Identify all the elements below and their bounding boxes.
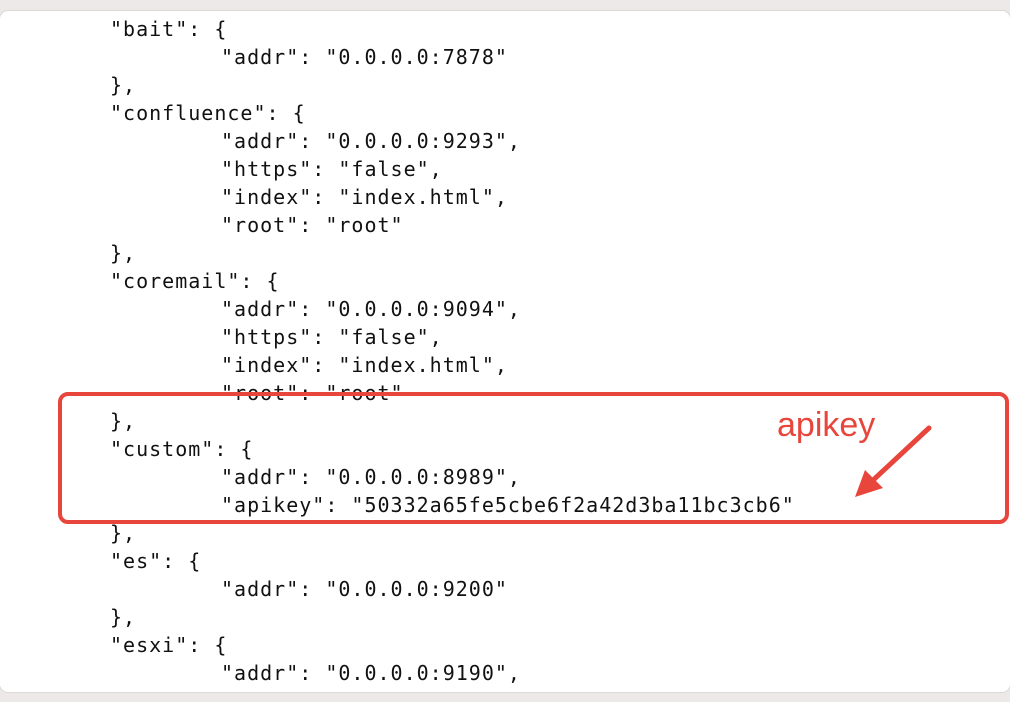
- code-line-esxi: "esxi": {: [110, 633, 228, 657]
- code-line-es: "es": {: [110, 549, 202, 573]
- code-line-coremail-index: "index": "index.html",: [221, 353, 508, 377]
- code-line-confluence-index: "index": "index.html",: [221, 185, 508, 209]
- code-line-close: },: [110, 241, 137, 265]
- code-line-confluence-https: "https": "false",: [221, 157, 443, 181]
- code-line-bait: "bait": {: [110, 17, 228, 41]
- code-line-bait-addr: "addr": "0.0.0.0:7878": [221, 45, 508, 69]
- text-viewer-window: "bait": { "addr": "0.0.0.0:7878" }, "con…: [0, 11, 1010, 692]
- code-line-esxi-addr: "addr": "0.0.0.0:9190",: [221, 661, 521, 685]
- code-line-coremail-addr: "addr": "0.0.0.0:9094",: [221, 297, 521, 321]
- code-line-coremail-https: "https": "false",: [221, 325, 443, 349]
- code-line-coremail: "coremail": {: [110, 269, 280, 293]
- code-line-es-addr: "addr": "0.0.0.0:9200": [221, 577, 508, 601]
- code-line-close: },: [110, 73, 137, 97]
- annotation-arrow-icon: [855, 425, 932, 497]
- code-line-confluence: "confluence": {: [110, 101, 306, 125]
- code-line-close: },: [110, 605, 137, 629]
- code-line-confluence-addr: "addr": "0.0.0.0:9293",: [221, 129, 521, 153]
- code-line-confluence-root: "root": "root": [221, 213, 404, 237]
